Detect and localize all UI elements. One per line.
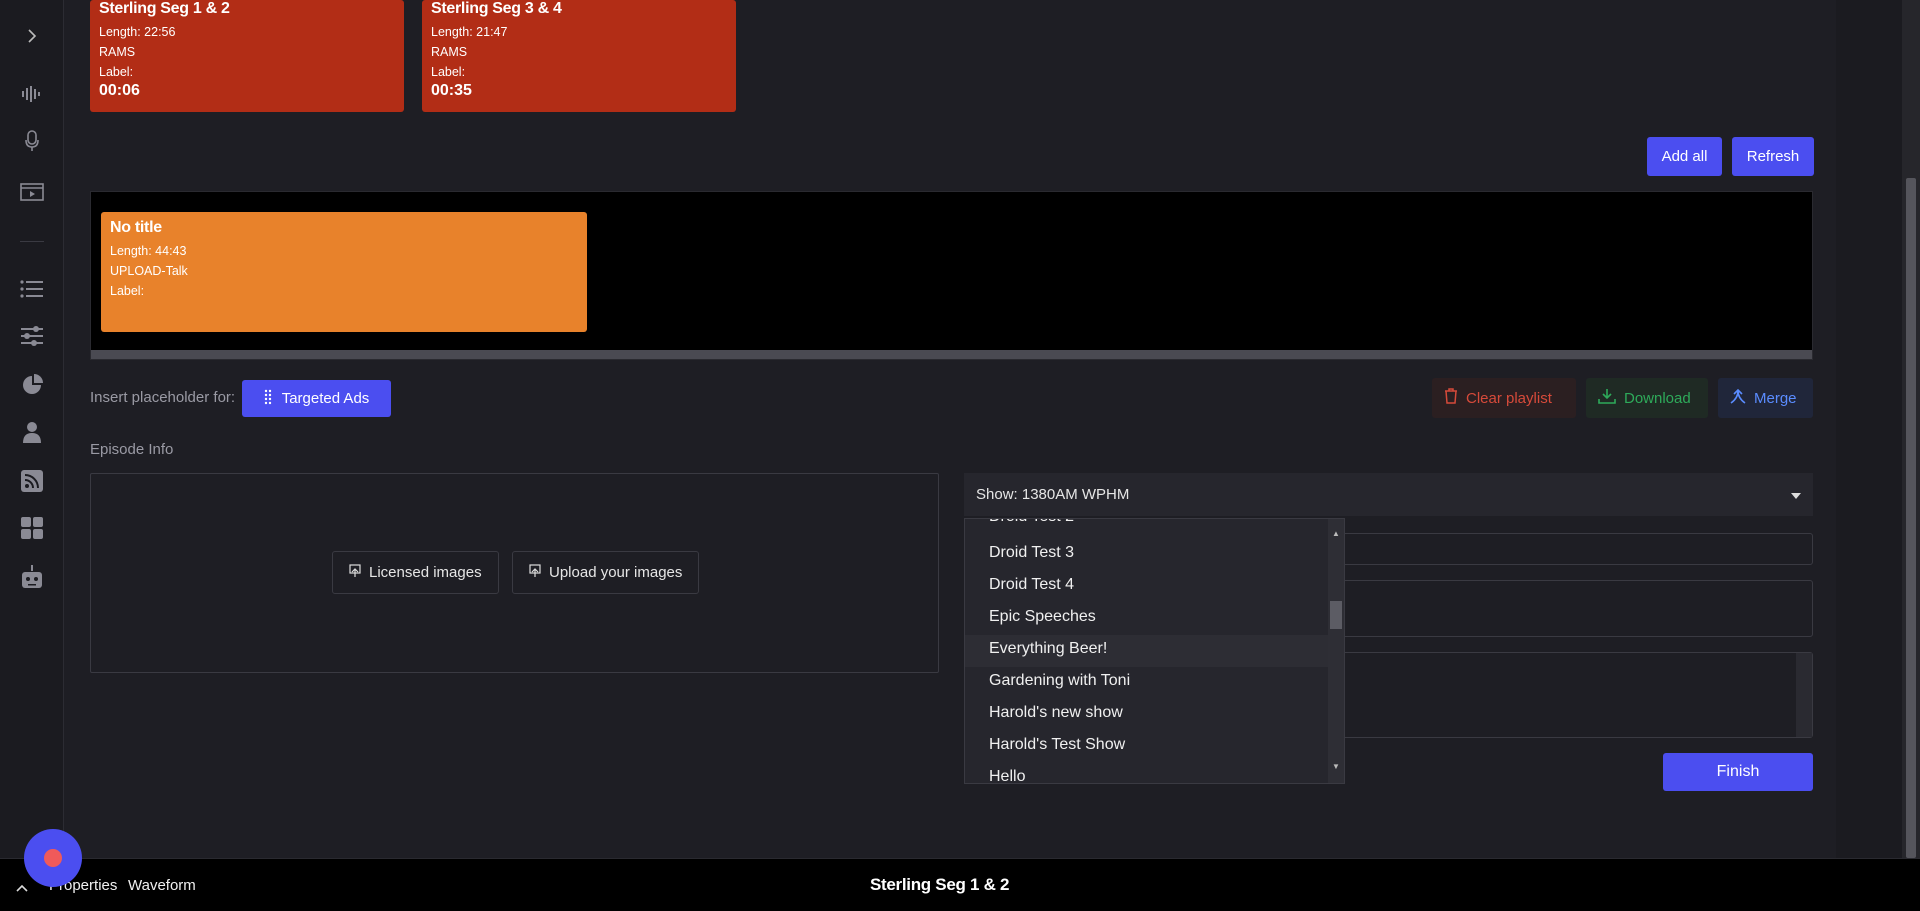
upload-images-button[interactable]: Upload your images [512, 551, 700, 594]
dropdown-option[interactable]: Droid Test 2 [989, 519, 1074, 526]
video-icon[interactable] [20, 180, 44, 204]
description-scrollbar[interactable] [1796, 653, 1812, 737]
playlist-card[interactable]: No title Length: 44:43 UPLOAD-Talk Label… [101, 212, 587, 332]
apps-icon[interactable] [20, 516, 44, 540]
segment-card[interactable]: Sterling Seg 1 & 2 Length: 22:56 RAMS La… [90, 0, 404, 112]
player-bar: Properties Waveform Sterling Seg 1 & 2 [0, 858, 1920, 911]
chevron-right-icon[interactable] [20, 24, 44, 48]
segment-card[interactable]: Sterling Seg 3 & 4 Length: 21:47 RAMS La… [422, 0, 736, 112]
scroll-up-icon[interactable]: ▲ [1331, 529, 1341, 539]
placeholder-label: Insert placeholder for: [90, 389, 236, 406]
licensed-images-button[interactable]: Licensed images [332, 551, 499, 594]
sidebar-divider [20, 241, 44, 242]
sliders-icon[interactable] [20, 324, 44, 348]
dropdown-option[interactable]: Harold's Test Show [989, 736, 1125, 754]
drag-handle-icon [264, 389, 272, 409]
microphone-icon[interactable] [20, 129, 44, 153]
card-title: No title [110, 219, 162, 236]
now-playing-title: Sterling Seg 1 & 2 [870, 875, 1010, 894]
image-upload-icon [529, 563, 541, 582]
image-upload-icon [349, 563, 361, 582]
dropdown-scroll-thumb[interactable] [1330, 601, 1342, 629]
playlist-timeline[interactable]: No title Length: 44:43 UPLOAD-Talk Label… [90, 191, 1813, 360]
dropdown-option[interactable]: Harold's new show [989, 704, 1123, 722]
show-select[interactable]: Show: 1380AM WPHM [964, 473, 1813, 516]
timeline-scrollbar[interactable] [91, 350, 1812, 359]
page-scrollbar[interactable] [1902, 0, 1920, 858]
list-icon[interactable] [20, 277, 44, 301]
record-dot-icon [44, 849, 62, 867]
dropdown-option[interactable]: Droid Test 4 [989, 576, 1074, 594]
user-icon[interactable] [20, 420, 44, 444]
dropdown-option[interactable]: Everything Beer! [989, 640, 1107, 658]
upload-images-label: Upload your images [549, 564, 683, 581]
download-label: Download [1624, 389, 1691, 407]
card-time: 00:06 [99, 82, 140, 99]
trash-icon [1444, 388, 1458, 408]
robot-icon[interactable] [20, 565, 44, 589]
card-time: 00:35 [431, 82, 472, 99]
caret-down-icon [1791, 486, 1801, 503]
licensed-images-label: Licensed images [369, 564, 482, 581]
dropdown-scrollbar[interactable]: ▲ ▼ [1328, 519, 1344, 783]
card-length: Length: 21:47 [431, 25, 508, 39]
download-button[interactable]: Download [1586, 378, 1708, 418]
rss-icon[interactable] [20, 469, 44, 493]
clear-playlist-button[interactable]: Clear playlist [1432, 378, 1576, 418]
card-label: Label: [110, 284, 145, 298]
merge-label: Merge [1754, 389, 1797, 407]
add-all-button[interactable]: Add all [1647, 137, 1722, 176]
clear-playlist-label: Clear playlist [1466, 389, 1552, 407]
refresh-button[interactable]: Refresh [1732, 137, 1814, 176]
card-source: RAMS [99, 45, 136, 59]
merge-button[interactable]: Merge [1718, 378, 1813, 418]
show-select-value: Show: 1380AM WPHM [976, 486, 1130, 503]
card-label: Label: [99, 65, 134, 79]
targeted-ads-label: Targeted Ads [281, 390, 370, 407]
chevron-up-icon[interactable] [16, 879, 28, 897]
record-button[interactable] [24, 829, 82, 887]
right-gutter [1836, 0, 1902, 858]
sidebar [0, 0, 64, 911]
show-dropdown-list[interactable]: Droid Test 2 Droid Test 3 Droid Test 4 E… [964, 518, 1345, 784]
targeted-ads-button[interactable]: Targeted Ads [242, 380, 391, 417]
card-source: RAMS [431, 45, 468, 59]
dropdown-option[interactable]: Gardening with Toni [989, 672, 1130, 690]
dropdown-option[interactable]: Epic Speeches [989, 608, 1096, 626]
card-label: Label: [431, 65, 466, 79]
waveform-icon[interactable] [20, 82, 44, 106]
scroll-down-icon[interactable]: ▼ [1331, 762, 1341, 772]
merge-icon [1730, 388, 1746, 408]
page-scroll-thumb[interactable] [1906, 178, 1916, 858]
waveform-tab[interactable]: Waveform [128, 877, 196, 894]
dropdown-option[interactable]: Droid Test 3 [989, 544, 1074, 562]
card-length: Length: 22:56 [99, 25, 176, 39]
card-length: Length: 44:43 [110, 244, 187, 258]
download-icon [1598, 388, 1616, 408]
card-source: UPLOAD-Talk [110, 264, 188, 278]
dropdown-option[interactable]: Hello [989, 768, 1025, 783]
finish-button[interactable]: Finish [1663, 753, 1813, 791]
episode-info-heading: Episode Info [90, 441, 174, 458]
card-title: Sterling Seg 1 & 2 [99, 0, 230, 17]
pie-chart-icon[interactable] [20, 373, 44, 397]
card-title: Sterling Seg 3 & 4 [431, 0, 562, 17]
